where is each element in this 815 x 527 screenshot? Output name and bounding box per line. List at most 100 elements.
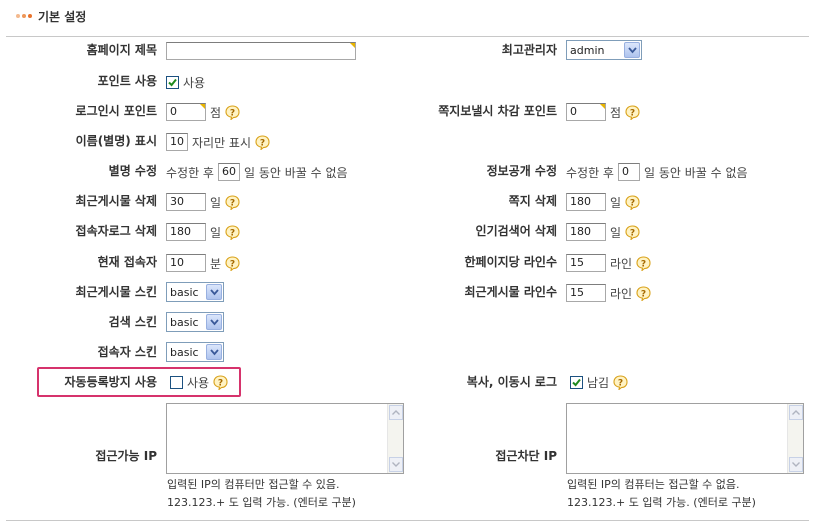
- help-icon[interactable]: [255, 134, 270, 150]
- section-header: 기본 설정: [16, 8, 86, 24]
- captcha-checkbox[interactable]: [170, 375, 183, 389]
- memo-point-unit: 점: [610, 105, 622, 120]
- new-rows-label: 최근게시물 라인수: [464, 285, 558, 299]
- copy-log-label: 복사, 이동시 로그: [466, 375, 557, 389]
- login-minutes-unit: 분: [210, 256, 222, 271]
- connect-skin-field-wrap: basic: [166, 342, 224, 362]
- popular-del-label: 인기검색어 삭제: [475, 224, 557, 238]
- memo-del-unit: 일: [610, 195, 622, 210]
- name-display-label: 이름(별명) 표시: [75, 134, 157, 148]
- scroll-up-icon[interactable]: [389, 405, 403, 420]
- super-admin-field-wrap: admin: [566, 40, 642, 60]
- chevron-down-icon[interactable]: [206, 344, 222, 360]
- scroll-down-icon[interactable]: [389, 457, 403, 472]
- new-del-unit: 일: [210, 195, 222, 210]
- new-rows-unit: 라인: [610, 286, 633, 301]
- bullet-dots-icon: [16, 14, 32, 18]
- login-point-unit: 점: [210, 105, 222, 120]
- login-minutes-input[interactable]: 10: [166, 254, 206, 272]
- help-icon[interactable]: [636, 255, 651, 271]
- popular-del-field-wrap: 180 일: [566, 222, 640, 242]
- connect-skin-selected: basic: [170, 345, 199, 359]
- section-title: 기본 설정: [38, 9, 87, 24]
- scroll-up-icon[interactable]: [789, 405, 803, 420]
- super-admin-selected: admin: [570, 43, 605, 57]
- point-use-label: 포인트 사용: [97, 74, 157, 88]
- search-skin-select[interactable]: basic: [166, 312, 224, 332]
- intercept-ip-textarea[interactable]: [566, 403, 804, 474]
- login-point-label: 로그인시 포인트: [75, 104, 157, 118]
- name-display-input[interactable]: 10: [166, 133, 188, 151]
- new-skin-field-wrap: basic: [166, 282, 224, 302]
- memo-point-field-wrap: 0 점: [566, 102, 640, 122]
- homepage-title-input[interactable]: [166, 42, 356, 60]
- copy-log-checkbox[interactable]: [570, 375, 583, 389]
- homepage-title-label: 홈페이지 제목: [86, 43, 157, 57]
- captcha-checkbox-label: 사용: [187, 375, 210, 390]
- page-rows-input[interactable]: 15: [566, 254, 606, 272]
- point-use-checkbox[interactable]: [166, 75, 179, 89]
- help-icon[interactable]: [225, 104, 240, 120]
- search-skin-selected: basic: [170, 315, 199, 329]
- top-divider: [6, 36, 809, 37]
- intercept-ip-help-1: 입력된 IP의 컴퓨터는 접근할 수 없음.: [567, 478, 740, 491]
- possible-ip-textarea[interactable]: [166, 403, 404, 474]
- help-icon[interactable]: [225, 255, 240, 271]
- page-rows-unit: 라인: [610, 256, 633, 271]
- nick-modify-label: 별명 수정: [108, 164, 157, 178]
- memo-point-input[interactable]: 0: [566, 103, 606, 121]
- connect-skin-label: 접속자 스킨: [97, 345, 157, 359]
- name-display-field-wrap: 10 자리만 표시: [166, 132, 270, 152]
- popular-del-unit: 일: [610, 225, 622, 240]
- open-modify-label: 정보공개 수정: [486, 164, 557, 178]
- point-use-checkbox-label: 사용: [183, 75, 206, 90]
- name-display-suffix: 자리만 표시: [192, 135, 252, 150]
- super-admin-label: 최고관리자: [501, 43, 557, 57]
- help-icon[interactable]: [636, 285, 651, 301]
- new-skin-select[interactable]: basic: [166, 282, 224, 302]
- help-icon[interactable]: [225, 224, 240, 240]
- help-icon[interactable]: [225, 194, 240, 210]
- scroll-down-icon[interactable]: [789, 457, 803, 472]
- open-modify-suffix: 일 동안 바꿀 수 없음: [643, 165, 748, 180]
- login-point-input[interactable]: 0: [166, 103, 206, 121]
- chevron-down-icon[interactable]: [624, 42, 640, 58]
- help-icon[interactable]: [625, 104, 640, 120]
- nick-modify-prefix: 수정한 후: [166, 165, 214, 180]
- nick-modify-suffix: 일 동안 바꿀 수 없음: [243, 165, 348, 180]
- help-icon[interactable]: [625, 224, 640, 240]
- intercept-ip-label: 접근차단 IP: [495, 449, 557, 463]
- copy-log-checkbox-label: 남김: [587, 375, 610, 390]
- chevron-down-icon[interactable]: [206, 284, 222, 300]
- login-minutes-field-wrap: 10 분: [166, 253, 240, 273]
- visit-del-label: 접속자로그 삭제: [75, 224, 157, 238]
- new-rows-input[interactable]: 15: [566, 284, 606, 302]
- checkmark-icon: [168, 78, 177, 86]
- memo-del-field-wrap: 180 일: [566, 192, 640, 212]
- intercept-ip-help-2: 123.123.+ 도 입력 가능. (엔터로 구분): [567, 496, 756, 509]
- open-modify-input[interactable]: 0: [617, 163, 640, 181]
- new-del-field-wrap: 30 일: [166, 192, 240, 212]
- connect-skin-select[interactable]: basic: [166, 342, 224, 362]
- possible-ip-scrollbar[interactable]: [387, 404, 403, 473]
- possible-ip-help-1: 입력된 IP의 컴퓨터만 접근할 수 있음.: [167, 478, 340, 491]
- homepage-title-field-wrap: [166, 41, 356, 61]
- copy-log-field-wrap: 남김: [570, 372, 628, 392]
- intercept-ip-scrollbar[interactable]: [787, 404, 803, 473]
- search-skin-field-wrap: basic: [166, 312, 224, 332]
- popular-del-input[interactable]: 180: [566, 223, 606, 241]
- memo-del-input[interactable]: 180: [566, 193, 606, 211]
- help-icon[interactable]: [613, 374, 628, 390]
- nick-modify-input[interactable]: 60: [217, 163, 240, 181]
- page-rows-field-wrap: 15 라인: [566, 253, 651, 273]
- help-icon[interactable]: [213, 374, 228, 390]
- new-del-input[interactable]: 30: [166, 193, 206, 211]
- visit-del-input[interactable]: 180: [166, 223, 206, 241]
- login-point-field-wrap: 0 점: [166, 102, 240, 122]
- chevron-down-icon[interactable]: [206, 314, 222, 330]
- page-rows-label: 한페이지당 라인수: [464, 255, 558, 269]
- new-del-label: 최근게시물 삭제: [75, 194, 157, 208]
- help-icon[interactable]: [625, 194, 640, 210]
- bottom-divider: [6, 520, 809, 521]
- super-admin-select[interactable]: admin: [566, 40, 642, 60]
